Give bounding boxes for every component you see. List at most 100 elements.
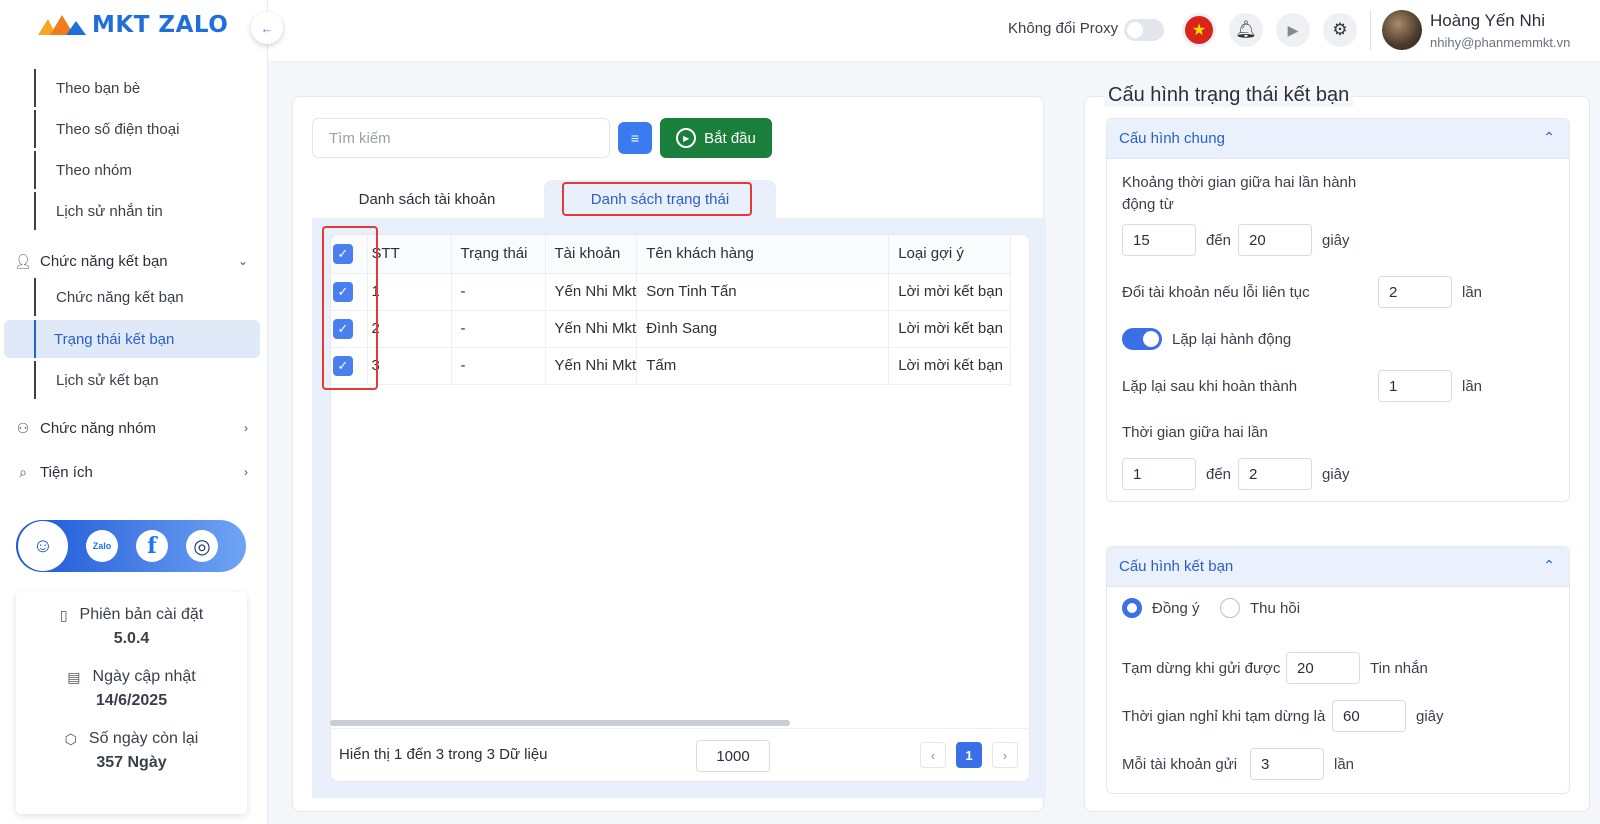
table-row[interactable]: ✓ 3 - Yến Nhi Mkt Tấm Lời mời kết bạn: [331, 347, 1012, 385]
sidebar-item-trang-thai-ket-ban[interactable]: Trạng thái kết bạn: [4, 320, 260, 358]
proxy-toggle[interactable]: [1124, 19, 1164, 41]
each-account-input[interactable]: 3: [1250, 748, 1324, 780]
globe-icon[interactable]: ◎: [186, 530, 218, 562]
sidebar-group-util[interactable]: ⌕ Tiện ích ›: [14, 457, 248, 487]
switch-account-label: Đổi tài khoản nếu lỗi liên tục: [1122, 284, 1310, 301]
col-type: Loại gợi ý: [888, 235, 1012, 274]
seconds-word: giây: [1416, 708, 1444, 725]
sidebar-item-theo-ban-be[interactable]: Theo bạn bè: [34, 69, 256, 107]
message-word: Tin nhắn: [1370, 660, 1428, 677]
radio-accept-label: Đồng ý: [1152, 600, 1200, 617]
logo-mark-icon: [38, 13, 88, 37]
next-page-button[interactable]: ›: [992, 742, 1018, 768]
page-size-input[interactable]: 1000: [696, 740, 770, 772]
filter-button[interactable]: ≡: [618, 122, 652, 154]
header-divider: [1370, 10, 1371, 50]
rest-value: 60: [1343, 707, 1360, 725]
sidebar-item-theo-nhom[interactable]: Theo nhóm: [34, 151, 256, 189]
proxy-label: Không đổi Proxy: [1008, 20, 1119, 37]
pause-value: 20: [1297, 659, 1314, 677]
page-number: 1: [965, 747, 973, 763]
filter-icon: ≡: [630, 130, 640, 146]
to-word: đến: [1206, 466, 1232, 483]
repeat-after-input[interactable]: 1: [1378, 370, 1452, 402]
collapse-sidebar-button[interactable]: ←: [251, 12, 283, 44]
sidebar-group-group[interactable]: ⚇ Chức năng nhóm ›: [14, 413, 248, 443]
checkbox-highlight-box: [322, 226, 378, 390]
page-button-current[interactable]: 1: [956, 742, 982, 768]
support-headset-icon[interactable]: ☺: [18, 521, 68, 571]
cell-account: Yến Nhi Mkt: [545, 310, 638, 348]
table-header-row: ✓ STT Trạng thái Tài khoản Tên khách hàn…: [331, 235, 1012, 274]
box-icon: ⬡: [64, 730, 77, 747]
cell-stt: 3: [367, 347, 452, 385]
status-table: ✓ STT Trạng thái Tài khoản Tên khách hàn…: [331, 235, 1012, 385]
times-word: lần: [1462, 284, 1483, 301]
table-row[interactable]: ✓ 2 - Yến Nhi Mkt Đình Sang Lời mời kết …: [331, 310, 1012, 348]
cell-status: -: [451, 273, 546, 311]
days-label: Số ngày còn lại: [88, 730, 199, 747]
interval-from-input[interactable]: 15: [1122, 224, 1196, 256]
app-logo[interactable]: MKT ZALO: [38, 12, 228, 38]
times-word: lần: [1462, 378, 1483, 395]
cell-customer: Đình Sang: [636, 310, 890, 348]
cell-customer: Tấm: [636, 347, 890, 385]
arrow-left-icon: ←: [260, 20, 274, 36]
general-config-header[interactable]: Cấu hình chung ⌃: [1107, 119, 1569, 159]
pause-label: Tạm dừng khi gửi được: [1122, 660, 1281, 677]
search-input[interactable]: Tìm kiếm: [312, 118, 610, 158]
interval-to-input[interactable]: 20: [1238, 224, 1312, 256]
days-value: 357 Ngày: [96, 754, 167, 771]
sidebar-group-label: Tiện ích: [40, 463, 93, 481]
tab-extra-dot: [776, 198, 794, 216]
gear-icon[interactable]: ⚙: [1323, 13, 1357, 47]
table-row[interactable]: ✓ 1 - Yến Nhi Mkt Sơn Tinh Tấn Lời mời k…: [331, 273, 1012, 311]
page-size-value: 1000: [716, 747, 750, 765]
bell-icon[interactable]: 🔔︎: [1229, 13, 1263, 47]
facebook-label: f: [147, 533, 157, 559]
repeat-after-label: Lặp lại sau khi hoàn thành: [1122, 378, 1298, 395]
tab-account-list[interactable]: Danh sách tài khoản: [312, 180, 542, 218]
radio-revoke-label: Thu hồi: [1250, 600, 1301, 617]
table-footer-text: Hiển thị 1 đến 3 trong 3 Dữ liệu: [339, 746, 548, 763]
between-from-input[interactable]: 1: [1122, 458, 1196, 490]
sidebar-item-chuc-nang-ket-ban[interactable]: Chức năng kết bạn: [34, 278, 256, 316]
chevron-down-icon: ⌄: [237, 254, 248, 268]
config-title: Cấu hình trạng thái kết bạn: [1104, 84, 1354, 107]
friend-config-header[interactable]: Cấu hình kết bạn ⌃: [1107, 547, 1569, 587]
repeat-toggle[interactable]: [1122, 328, 1162, 350]
device-icon: ▯: [59, 606, 68, 623]
sidebar-item-label: Lịch sử kết bạn: [56, 371, 159, 389]
pause-input[interactable]: 20: [1286, 652, 1360, 684]
chevron-up-icon[interactable]: ⌃: [1543, 557, 1555, 574]
start-label: Bắt đầu: [704, 129, 756, 147]
vietnam-flag-icon[interactable]: ★: [1182, 13, 1216, 47]
facebook-icon[interactable]: f: [136, 530, 168, 562]
start-button[interactable]: ▶ Bắt đầu: [660, 118, 772, 158]
chevron-up-icon[interactable]: ⌃: [1543, 129, 1555, 146]
sidebar-item-theo-so-dien-thoai[interactable]: Theo số điện thoại: [34, 110, 256, 148]
zalo-icon[interactable]: Zalo: [86, 530, 118, 562]
between-from-value: 1: [1133, 465, 1142, 483]
avatar[interactable]: [1382, 10, 1422, 50]
sidebar-group-friend[interactable]: 👤︎ Chức năng kết bạn ⌄: [14, 246, 248, 276]
radio-accept[interactable]: [1122, 598, 1142, 618]
users-icon: ⚇: [16, 419, 30, 436]
cell-type: Lời mời kết bạn: [888, 273, 1012, 311]
play-circle-icon[interactable]: ▶: [1276, 13, 1310, 47]
to-word: đến: [1206, 232, 1232, 249]
prev-page-button[interactable]: ‹: [920, 742, 946, 768]
col-stt: STT: [367, 235, 452, 274]
switch-account-value: 2: [1389, 283, 1398, 301]
switch-account-input[interactable]: 2: [1378, 276, 1452, 308]
between-label: Thời gian giữa hai lần: [1122, 424, 1268, 441]
tab-label: Danh sách tài khoản: [358, 190, 496, 208]
between-to-value: 2: [1249, 465, 1258, 483]
between-to-input[interactable]: 2: [1238, 458, 1312, 490]
sidebar-item-lich-su-ket-ban[interactable]: Lịch sử kết bạn: [34, 361, 256, 399]
radio-revoke[interactable]: [1220, 598, 1240, 618]
rest-input[interactable]: 60: [1332, 700, 1406, 732]
sidebar-item-lich-su-nhan-tin[interactable]: Lịch sử nhắn tin: [34, 192, 256, 230]
col-status: Trạng thái: [451, 235, 546, 274]
horizontal-scrollbar[interactable]: [330, 720, 790, 726]
